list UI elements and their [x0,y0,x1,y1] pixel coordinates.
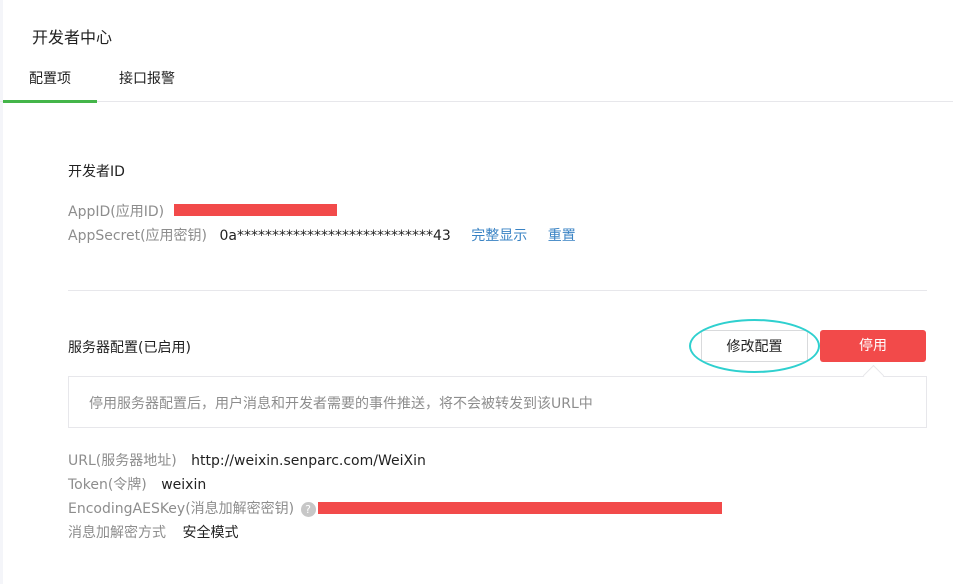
edit-config-button[interactable]: 修改配置 [701,330,808,362]
section-divider [68,290,927,291]
tab-interface-alarm[interactable]: 接口报警 [119,68,175,100]
appid-redaction [174,204,337,216]
appid-row: AppID(应用ID) [68,201,164,221]
appsecret-value: 0a****************************43 [219,228,451,244]
stop-tip-popover: 停用服务器配置后，用户消息和开发者需要的事件推送，将不会被转发到该URL中 [68,376,927,428]
stop-button[interactable]: 停用 [820,330,926,362]
developer-id-title: 开发者ID [68,164,125,180]
tab-config[interactable]: 配置项 [3,68,97,103]
reset-link[interactable]: 重置 [548,228,576,244]
aeskey-redaction [318,502,722,514]
server-config-title: 服务器配置(已启用) [68,340,191,356]
token-label: Token(令牌) [68,477,147,493]
appid-label: AppID(应用ID) [68,204,165,220]
encrypt-mode-label: 消息加解密方式 [68,525,166,541]
appsecret-label: AppSecret(应用密钥) [68,228,208,244]
encrypt-mode-row: 消息加解密方式 安全模式 [68,522,238,542]
appsecret-row: AppSecret(应用密钥) 0a**********************… [68,225,576,245]
show-full-link[interactable]: 完整显示 [471,228,527,244]
help-icon[interactable]: ? [300,501,316,517]
page-title: 开发者中心 [32,28,113,47]
aeskey-label: EncodingAESKey(消息加解密密钥) [68,501,295,517]
aeskey-row: EncodingAESKey(消息加解密密钥) ? [68,498,316,518]
token-value: weixin [161,477,207,493]
token-row: Token(令牌) weixin [68,474,206,494]
url-label: URL(服务器地址) [68,453,177,469]
url-row: URL(服务器地址) http://weixin.senparc.com/Wei… [68,450,426,470]
url-value: http://weixin.senparc.com/WeiXin [191,453,426,469]
encrypt-mode-value: 安全模式 [182,525,239,541]
tab-bar: 配置项 接口报警 [0,62,953,103]
stop-tip-text: 停用服务器配置后，用户消息和开发者需要的事件推送，将不会被转发到该URL中 [89,396,593,412]
